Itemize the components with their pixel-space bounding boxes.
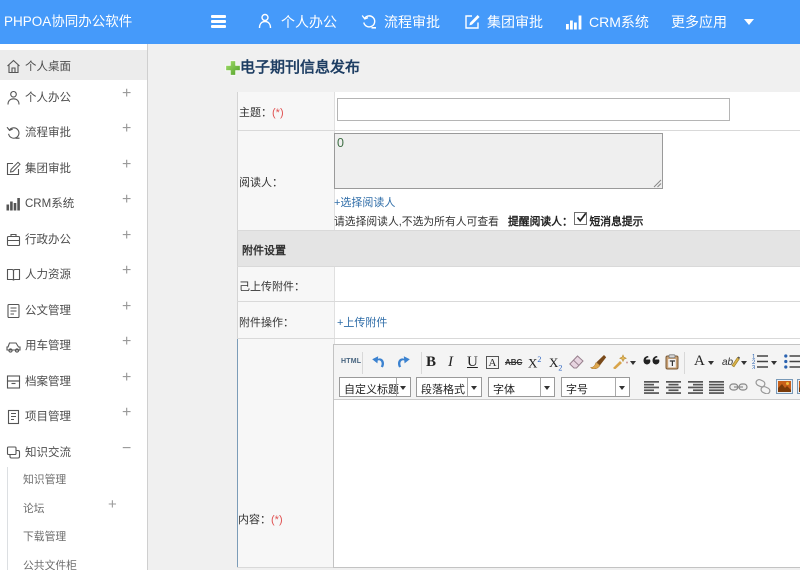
svg-text:3: 3 bbox=[752, 366, 756, 370]
svg-text:ab: ab bbox=[722, 357, 734, 368]
